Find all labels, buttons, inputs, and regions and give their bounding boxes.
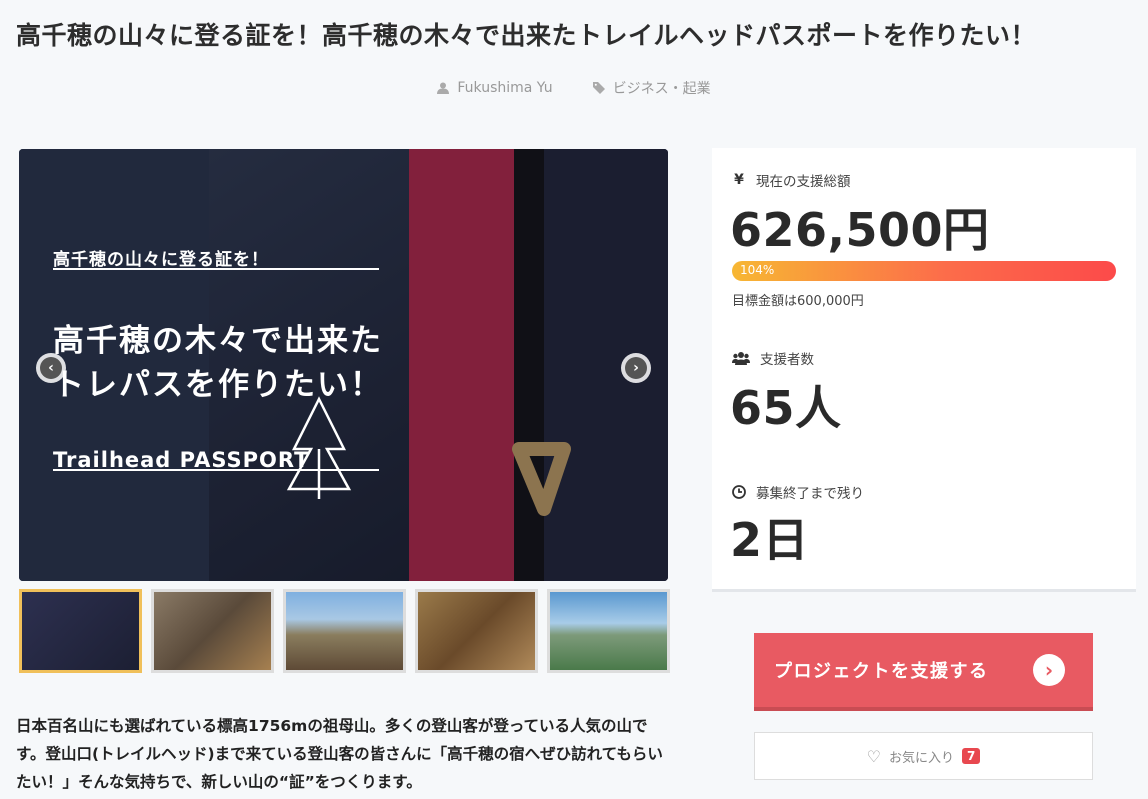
backers-label-text: 支援者数: [760, 352, 814, 368]
author-name: Fukushima Yu: [457, 80, 553, 96]
support-button-label: プロジェクトを支援する: [774, 661, 989, 682]
carousel-prev-button[interactable]: ‹: [36, 353, 66, 383]
overlay-title-line2: トレパスを作りたい！: [53, 367, 383, 403]
project-title: 高千穂の山々に登る証を！高千穂の木々で出来たトレイルヘッドパスポートを作りたい！: [16, 21, 1037, 50]
thumbnail-2[interactable]: [151, 589, 274, 673]
project-description: 日本百名山にも選ばれている標高1756mの祖母山。多くの登山客が登っている人気の…: [16, 717, 663, 791]
tag-icon: [592, 82, 605, 94]
main-image-carousel[interactable]: 高千穂の山々に登る証を！ 高千穂の木々で出来た トレパスを作りたい！ Trail…: [19, 149, 668, 581]
overlay-subtitle: 高千穂の山々に登る証を！: [53, 250, 269, 270]
backers-count: 65人: [730, 381, 842, 435]
author-link[interactable]: Fukushima Yu: [437, 78, 553, 98]
users-icon: [732, 352, 750, 365]
favorite-count-badge: 7: [962, 748, 981, 764]
favorite-button[interactable]: ♡ お気に入り 7: [754, 732, 1093, 780]
arrow-right-circle-icon: ›: [1033, 654, 1065, 686]
heart-icon: ♡: [866, 746, 881, 766]
clock-icon: [732, 485, 746, 499]
overlay-title-line1: 高千穂の木々で出来た: [53, 323, 383, 359]
remaining-label: 募集終了まで残り: [732, 482, 864, 502]
project-meta: Fukushima Yu ビジネス・起業: [0, 78, 1148, 98]
stats-panel: ¥ 現在の支援総額 626,500円 104% 目標金額は600,000円 支援…: [712, 148, 1136, 592]
remaining-label-text: 募集終了まで残り: [756, 486, 864, 502]
overlay-divider-bottom: [53, 469, 379, 471]
thumbnail-5[interactable]: [547, 589, 670, 673]
backers-label: 支援者数: [732, 348, 814, 368]
goal-amount: 目標金額は600,000円: [732, 294, 864, 309]
chevron-left-icon: ‹: [40, 357, 62, 379]
user-icon: [437, 82, 450, 94]
progress-percent: 104%: [740, 263, 775, 277]
funding-progress-bar: 104%: [732, 261, 1116, 281]
category-link[interactable]: ビジネス・起業: [592, 78, 711, 98]
total-label: ¥ 現在の支援総額: [732, 170, 851, 190]
thumbnail-3[interactable]: [283, 589, 406, 673]
yen-icon: ¥: [734, 172, 744, 188]
total-amount: 626,500円: [730, 203, 990, 257]
support-project-button[interactable]: プロジェクトを支援する ›: [754, 633, 1093, 711]
thumbnail-1[interactable]: [19, 589, 142, 673]
favorite-label: お気に入り: [888, 750, 954, 766]
thumbnail-4[interactable]: [415, 589, 538, 673]
thumbnail-strip: [19, 589, 670, 673]
total-label-text: 現在の支援総額: [756, 174, 851, 190]
chevron-right-icon: ›: [625, 357, 647, 379]
carousel-next-button[interactable]: ›: [621, 353, 651, 383]
overlay-divider: [53, 268, 379, 270]
remaining-days: 2日: [730, 513, 810, 567]
category-name: ビジネス・起業: [612, 81, 711, 97]
